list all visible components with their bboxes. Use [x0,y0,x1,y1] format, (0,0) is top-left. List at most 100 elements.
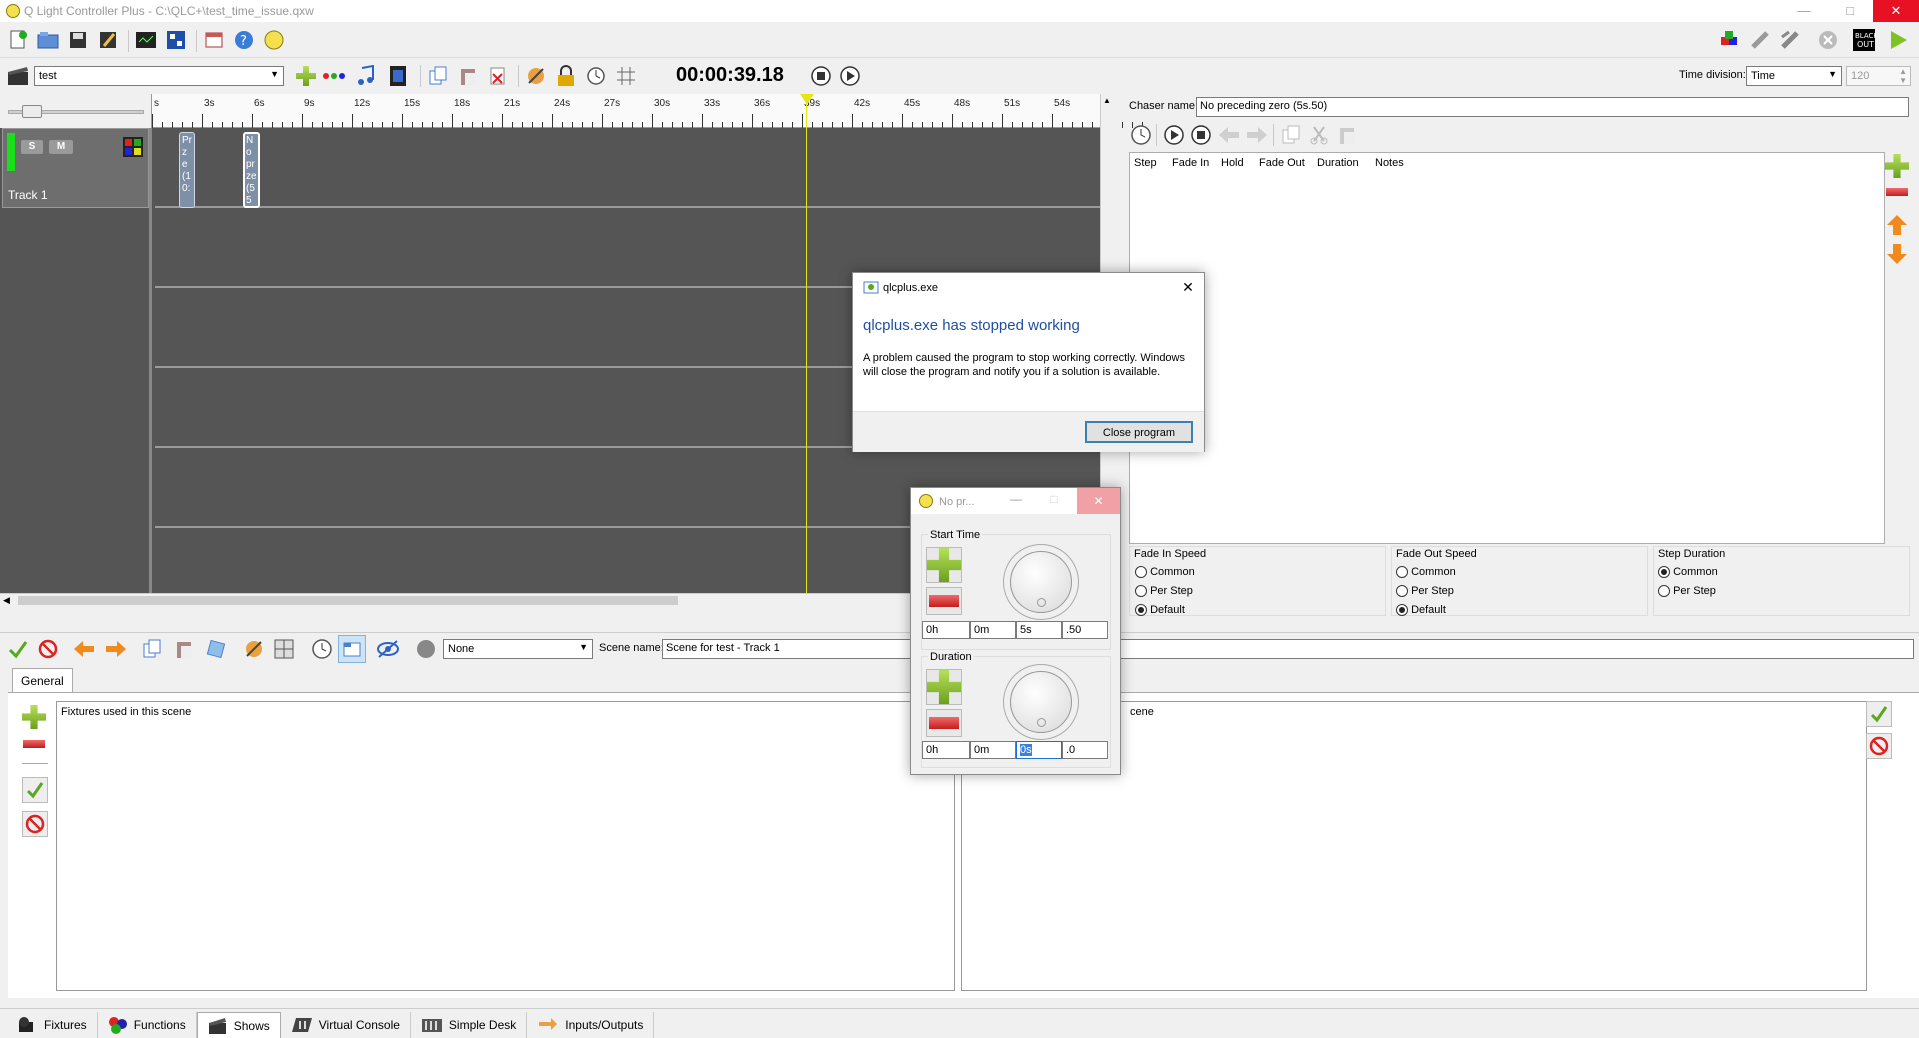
duration-decrease-button[interactable] [926,709,962,737]
tab-inputs-outputs[interactable]: Inputs/Outputs [527,1012,655,1038]
move-step-down-icon[interactable] [1885,242,1909,269]
time-division-dropdown[interactable]: Time ▼ [1746,66,1842,86]
previous-step-icon[interactable] [1217,123,1241,147]
enable-function-icon[interactable] [1866,701,1892,727]
steps-column-header[interactable]: Fade Out [1255,153,1313,173]
scrollbar-thumb[interactable] [18,596,678,605]
paste-icon[interactable] [456,64,480,88]
close-icon[interactable]: ✕ [1178,277,1198,297]
minimize-icon[interactable]: — [1001,492,1031,506]
tab-functions[interactable]: Functions [98,1012,197,1038]
bpm-spinbox[interactable]: 120 ▲ ▼ [1846,66,1911,86]
channel-groups-dropdown[interactable]: None ▼ [443,639,593,659]
fade-out-per-step-radio[interactable]: Per Step [1396,585,1454,598]
zoom-slider-handle[interactable] [22,105,42,118]
duration-seconds-field[interactable]: 0s [1016,741,1062,759]
start-time-increase-button[interactable] [926,547,962,583]
show-item-sequence-2[interactable]: No pr ze (5 50 [243,132,260,208]
show-select-dropdown[interactable]: test ▼ [34,66,284,86]
step-duration-common-radio[interactable]: Common [1658,566,1718,579]
position-tool-icon[interactable] [272,637,296,661]
copy-to-all-icon[interactable] [204,637,228,661]
show-item-sequence-1[interactable]: Pr ze (1 0: [179,132,195,208]
live-edit-icon[interactable] [1718,28,1742,52]
fixture-monitor-icon[interactable] [164,28,188,52]
chaser-steps-table[interactable]: Step Fade In Hold Fade Out Duration Notes [1129,152,1885,544]
save-as-icon[interactable] [96,28,120,52]
next-step-icon[interactable] [1245,123,1269,147]
start-seconds-field[interactable]: 5s [1016,621,1062,639]
start-time-dial[interactable] [1010,551,1072,613]
start-milliseconds-field[interactable]: .50 [1062,621,1108,639]
cursor-head-icon[interactable] [800,94,814,104]
mute-button[interactable]: M [49,140,73,154]
blind-mode-icon[interactable] [376,637,400,661]
track-color-icon[interactable] [123,137,143,157]
close-icon[interactable]: ✕ [1077,488,1120,514]
tab-fixtures[interactable]: Fixtures [8,1012,98,1038]
save-icon[interactable] [66,28,90,52]
add-audio-icon[interactable] [354,64,378,88]
channel-group-color-icon[interactable] [414,637,438,661]
fade-in-per-step-radio[interactable]: Per Step [1135,585,1193,598]
paste-values-icon[interactable] [172,637,196,661]
speed-dial-icon[interactable] [1129,123,1153,147]
steps-column-header[interactable]: Hold [1217,153,1255,173]
steps-column-header[interactable]: Fade In [1168,153,1217,173]
stop-all-functions-icon[interactable] [1816,28,1840,52]
tab-view-icon[interactable] [338,635,366,663]
playback-cursor[interactable] [806,95,807,593]
duration-milliseconds-field[interactable]: .0 [1062,741,1108,759]
lock-icon[interactable] [554,64,578,88]
play-icon[interactable] [838,64,862,88]
steps-column-header[interactable]: Step [1130,153,1168,173]
timing-icon[interactable] [584,64,608,88]
delete-icon[interactable] [486,64,510,88]
run-mode-play-icon[interactable] [1886,28,1910,52]
add-step-icon[interactable] [1885,154,1909,178]
new-file-icon[interactable] [6,28,30,52]
chaser-play-icon[interactable] [1162,123,1186,147]
scroll-left-icon[interactable]: ◀ [3,595,10,606]
track-header-track1[interactable]: S M Track 1 [2,128,149,208]
help-icon[interactable]: ? [232,28,256,52]
solo-button[interactable]: S [21,140,43,154]
fixtures-list[interactable]: Fixtures used in this scene [56,701,955,991]
enable-all-icon[interactable] [6,637,30,661]
copy-icon[interactable] [426,64,450,88]
previous-tab-icon[interactable] [72,637,96,661]
chaser-stop-icon[interactable] [1189,123,1213,147]
fade-in-common-radio[interactable]: Common [1135,566,1195,579]
copy-values-icon[interactable] [140,637,164,661]
minimize-icon[interactable]: — [1781,0,1827,22]
copy-step-icon[interactable] [1279,123,1303,147]
steps-column-header[interactable]: Duration [1313,153,1371,173]
add-fixture-icon[interactable] [22,705,46,729]
enable-fixture-icon[interactable] [22,777,48,803]
remove-step-icon[interactable] [1886,188,1908,196]
fade-out-common-radio[interactable]: Common [1396,566,1456,579]
disable-function-icon[interactable] [1866,733,1892,759]
about-icon[interactable] [262,28,286,52]
mode-design-icon[interactable] [1748,28,1772,52]
stop-icon[interactable] [809,64,833,88]
speed-dial-icon[interactable] [310,637,334,661]
move-step-up-icon[interactable] [1885,213,1909,240]
tab-general[interactable]: General [12,668,73,692]
close-program-button[interactable]: Close program [1085,421,1193,443]
duration-increase-button[interactable] [926,669,962,705]
scroll-up-icon[interactable]: ▲ [1103,96,1111,105]
dmx-monitor-icon[interactable] [134,28,158,52]
blackout-icon[interactable]: BLACK OUT [1852,28,1876,52]
next-tab-icon[interactable] [104,637,128,661]
steps-column-header[interactable]: Notes [1371,153,1431,173]
open-folder-icon[interactable] [36,28,60,52]
add-sequence-icon[interactable] [322,64,346,88]
chaser-name-input[interactable]: No preceding zero (5s.50) [1196,97,1909,117]
add-track-icon[interactable] [294,64,318,88]
fade-in-default-radio[interactable]: Default [1135,604,1185,617]
disable-all-icon[interactable] [36,637,60,661]
remove-fixture-icon[interactable] [23,740,45,748]
fade-out-default-radio[interactable]: Default [1396,604,1446,617]
tab-simple-desk[interactable]: Simple Desk [411,1012,528,1038]
